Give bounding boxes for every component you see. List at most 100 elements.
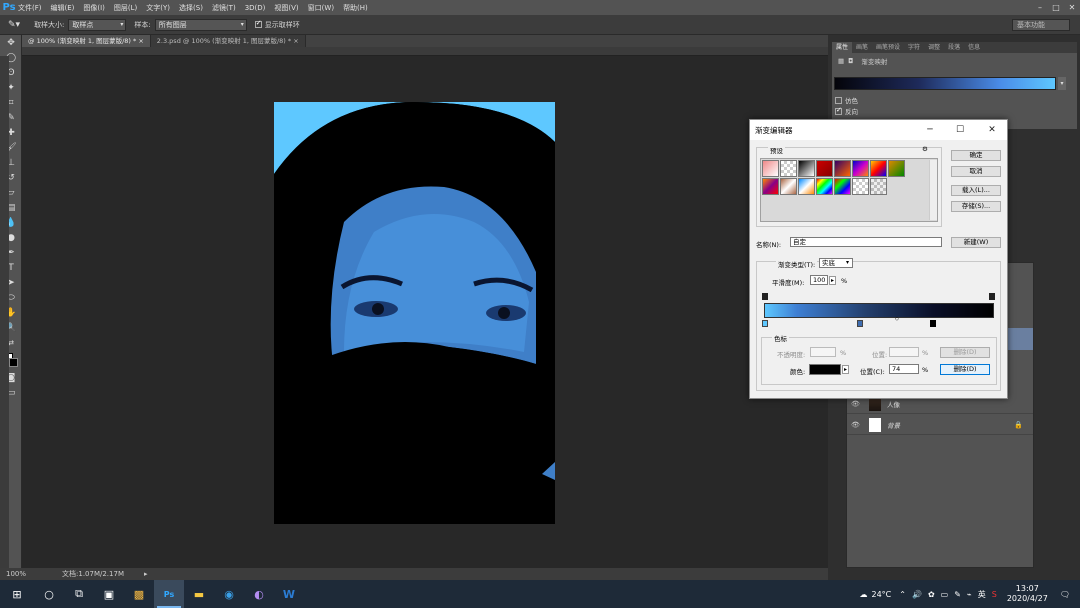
sample-select[interactable]: 所有图层: [154, 18, 247, 31]
move-tool-icon[interactable]: ✥: [0, 35, 22, 50]
gradient-type-dropdown-icon[interactable]: ▾: [846, 259, 849, 266]
cancel-button[interactable]: 取消: [951, 166, 1001, 177]
tab-adjustments[interactable]: 调整: [924, 42, 944, 53]
preset-swatch[interactable]: [834, 160, 851, 177]
tab-document-1[interactable]: @ 100% (渐变映射 1, 图层蒙版/8) * ×: [22, 35, 151, 47]
minimize-icon[interactable]: –: [1032, 0, 1048, 15]
preset-swatch[interactable]: [780, 178, 797, 195]
menu-view[interactable]: 视图(V): [274, 3, 298, 13]
name-input[interactable]: 自定: [790, 237, 942, 247]
preset-swatch[interactable]: [870, 160, 887, 177]
color-stop-selected[interactable]: [930, 320, 936, 327]
dialog-minimize-icon[interactable]: ─: [915, 120, 945, 140]
mask-icon[interactable]: ◘: [848, 57, 853, 65]
eye-icon[interactable]: 👁: [851, 400, 863, 408]
dither-option[interactable]: 仿色: [835, 95, 858, 105]
windows-start-icon[interactable]: ⊞: [0, 580, 34, 608]
game-app-icon[interactable]: ◐: [244, 580, 274, 608]
dialog-maximize-icon[interactable]: ☐: [945, 120, 975, 140]
close-icon[interactable]: ✕: [1064, 0, 1080, 15]
status-arrow-icon[interactable]: ▸: [144, 570, 148, 578]
tab-document-2[interactable]: 2.3.psd @ 100% (渐变映射 1, 图层蒙版/8) * ×: [150, 35, 306, 47]
chevron-up-icon[interactable]: ⌃: [899, 590, 906, 599]
reverse-checkbox[interactable]: [835, 106, 842, 115]
tab-info[interactable]: 信息: [964, 42, 984, 53]
eyedropper-icon[interactable]: ✎▾: [8, 20, 20, 30]
menu-image[interactable]: 图像(I): [83, 3, 105, 13]
tab-properties[interactable]: 属性: [832, 42, 853, 53]
gradient-map-preview[interactable]: [834, 77, 1056, 90]
sample-size-select[interactable]: 取样点: [68, 18, 127, 31]
menu-filter[interactable]: 滤镜(T): [212, 3, 236, 13]
menu-3d[interactable]: 3D(D): [245, 4, 266, 12]
preset-swatch[interactable]: [888, 160, 905, 177]
document-image[interactable]: [274, 102, 555, 524]
preset-swatch[interactable]: [798, 160, 815, 177]
pen-icon[interactable]: ✎: [954, 590, 961, 599]
menu-window[interactable]: 窗口(W): [308, 3, 334, 13]
save-button[interactable]: 存储(S)...: [951, 201, 1001, 212]
menu-type[interactable]: 文字(Y): [146, 3, 170, 13]
menu-edit[interactable]: 编辑(E): [51, 3, 75, 13]
volume-icon[interactable]: 🔊: [912, 590, 922, 599]
preset-swatch[interactable]: [816, 178, 833, 195]
maximize-icon[interactable]: □: [1048, 0, 1064, 15]
preset-swatch[interactable]: [816, 160, 833, 177]
search-icon[interactable]: ○: [34, 580, 64, 608]
load-button[interactable]: 载入(L)...: [951, 185, 1001, 196]
smoothness-input[interactable]: 100: [810, 275, 828, 285]
workspace-select[interactable]: 基本功能: [1012, 19, 1070, 31]
presets-gear-icon[interactable]: ⚙: [922, 145, 928, 153]
color-swatch[interactable]: [809, 364, 841, 375]
opacity-stop-left[interactable]: [762, 293, 768, 300]
photoshop-taskbar-icon[interactable]: Ps: [154, 580, 184, 608]
preset-swatch[interactable]: [798, 178, 815, 195]
tray-app-icon[interactable]: ✿: [928, 590, 935, 599]
temperature[interactable]: 24°C: [872, 590, 892, 599]
ime-indicator[interactable]: 英: [978, 589, 986, 600]
tab-paragraph[interactable]: 段落: [944, 42, 964, 53]
preset-swatch[interactable]: [852, 178, 869, 195]
smoothness-arrow-icon[interactable]: ▸: [829, 276, 837, 285]
presets-grid[interactable]: [760, 158, 938, 222]
color-stop[interactable]: [857, 320, 863, 327]
menu-file[interactable]: 文件(F): [18, 3, 42, 13]
media-app-icon[interactable]: ▣: [94, 580, 124, 608]
layer-row[interactable]: 👁 背景 🔒: [847, 415, 1033, 435]
preset-swatch[interactable]: [780, 160, 797, 177]
delete-color-button[interactable]: 删除(D): [940, 364, 990, 375]
color-location-input[interactable]: 74: [889, 364, 919, 374]
word-icon[interactable]: W: [274, 580, 304, 608]
opacity-stop-right[interactable]: [989, 293, 995, 300]
gradient-preview-bar[interactable]: [764, 303, 994, 318]
tab-character[interactable]: 字符: [904, 42, 924, 53]
menu-help[interactable]: 帮助(H): [343, 3, 368, 13]
preset-swatch[interactable]: [852, 160, 869, 177]
color-stop[interactable]: [762, 320, 768, 327]
show-ring-checkbox[interactable]: [254, 19, 262, 28]
gallery-app-icon[interactable]: ▩: [124, 580, 154, 608]
weather-icon[interactable]: ☁: [860, 590, 868, 599]
notification-icon[interactable]: 🗨: [1060, 590, 1070, 599]
midpoint-diamond-icon[interactable]: ◇: [895, 316, 899, 322]
reverse-option[interactable]: 反向: [835, 106, 858, 116]
battery-icon[interactable]: ▭: [941, 590, 949, 599]
new-button[interactable]: 新建(W): [951, 237, 1001, 248]
menu-select[interactable]: 选择(S): [179, 3, 203, 13]
menu-layer[interactable]: 图层(L): [114, 3, 137, 13]
dialog-close-icon[interactable]: ✕: [977, 120, 1007, 140]
ok-button[interactable]: 确定: [951, 150, 1001, 161]
tab-brush[interactable]: 画笔: [852, 42, 872, 53]
ime-app-icon[interactable]: S: [992, 590, 997, 599]
preset-swatch[interactable]: [762, 160, 779, 177]
clock[interactable]: 13:07 2020/4/27: [1007, 584, 1048, 604]
gradient-dropdown-icon[interactable]: ▾: [1058, 77, 1066, 90]
dither-checkbox[interactable]: [835, 96, 842, 104]
task-view-icon[interactable]: ⧉: [64, 580, 94, 608]
browser-icon[interactable]: ◉: [214, 580, 244, 608]
preset-swatch[interactable]: [834, 178, 851, 195]
network-icon[interactable]: ⌁: [967, 590, 972, 599]
color-arrow-icon[interactable]: ▸: [842, 365, 850, 374]
tab-brush-presets[interactable]: 画笔预设: [872, 42, 904, 53]
preset-swatch[interactable]: [870, 178, 887, 195]
